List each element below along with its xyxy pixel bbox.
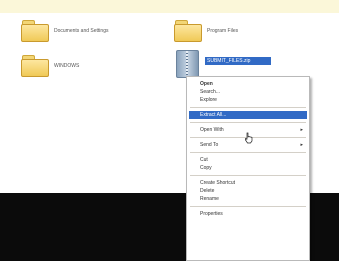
zip-file-label[interactable]: SUBMIT_FILES.zip [205, 57, 271, 65]
menu-item-open[interactable]: Open [187, 80, 309, 88]
folder-icon [174, 20, 202, 42]
menu-item-cut[interactable]: Cut [187, 156, 309, 164]
info-banner [0, 0, 339, 14]
folder-label: WINDOWS [54, 62, 80, 69]
folder-label: Program Files [207, 27, 239, 34]
folder-windows[interactable]: WINDOWS [21, 55, 80, 77]
submenu-arrow-icon: ▸ [300, 142, 303, 148]
menu-item-label: Send To [200, 142, 219, 148]
hand-cursor-icon [245, 132, 253, 144]
menu-item-explore[interactable]: Explore [187, 96, 309, 104]
folder-icon [21, 20, 49, 42]
menu-item-create-shortcut[interactable]: Create Shortcut [187, 179, 309, 187]
menu-separator [190, 107, 306, 108]
zip-folder-icon [176, 50, 199, 78]
menu-item-rename[interactable]: Rename [187, 195, 309, 203]
menu-separator [190, 206, 306, 207]
folder-icon [21, 55, 49, 77]
submenu-arrow-icon: ▸ [300, 127, 303, 133]
menu-item-search[interactable]: Search... [187, 88, 309, 96]
menu-item-extract-all[interactable]: Extract All... [189, 111, 307, 119]
folder-program-files[interactable]: Program Files [174, 20, 239, 42]
folder-label: Documents and Settings [54, 27, 109, 34]
menu-item-delete[interactable]: Delete [187, 187, 309, 195]
menu-item-copy[interactable]: Copy [187, 164, 309, 172]
menu-separator [190, 175, 306, 176]
menu-separator [190, 122, 306, 123]
folder-documents-and-settings[interactable]: Documents and Settings [21, 20, 109, 42]
menu-item-label: Open With [200, 127, 224, 133]
menu-separator [190, 152, 306, 153]
menu-item-properties[interactable]: Properties [187, 210, 309, 218]
zip-file-item[interactable] [176, 50, 199, 78]
context-menu: Open Search... Explore Extract All... Op… [186, 76, 310, 261]
